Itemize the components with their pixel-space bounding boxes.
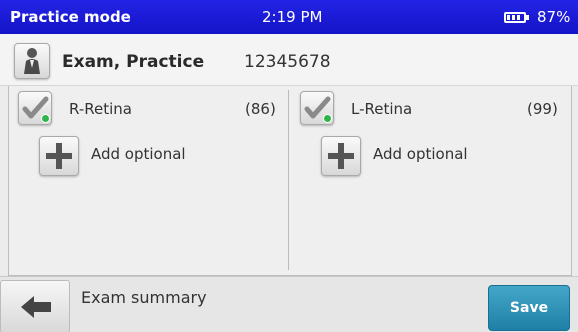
l-retina-label: L-Retina	[351, 100, 413, 118]
r-retina-add-button[interactable]	[39, 136, 79, 176]
retina-panel: R-Retina (86) Add optional L-Retina (99)…	[8, 86, 572, 276]
r-retina-status-button[interactable]	[18, 91, 52, 125]
person-icon	[24, 48, 40, 74]
l-retina-count: (99)	[527, 100, 558, 118]
status-dot-icon	[323, 114, 332, 123]
bottom-bar: Exam summary Save	[0, 276, 578, 332]
battery-icon	[504, 12, 529, 23]
back-button[interactable]	[0, 280, 70, 332]
patient-button[interactable]	[14, 43, 50, 79]
patient-name: Exam, Practice	[62, 52, 205, 72]
plus-icon	[328, 143, 354, 169]
battery-percent: 87%	[537, 8, 571, 26]
patient-id: 12345678	[244, 52, 331, 72]
l-retina-status-button[interactable]	[300, 91, 334, 125]
l-retina-add-button[interactable]	[321, 136, 361, 176]
mode-label: Practice mode	[10, 8, 131, 26]
exam-summary-label: Exam summary	[81, 288, 207, 307]
l-retina-add-label: Add optional	[373, 145, 468, 163]
status-dot-icon	[41, 114, 50, 123]
save-button[interactable]: Save	[488, 285, 570, 331]
r-retina-add-label: Add optional	[91, 145, 186, 163]
r-retina-count: (86)	[245, 100, 276, 118]
r-retina-label: R-Retina	[69, 100, 132, 118]
column-divider	[288, 90, 289, 270]
patient-header: Exam, Practice 12345678	[0, 34, 578, 86]
plus-icon	[46, 143, 72, 169]
status-bar: Practice mode 2:19 PM 87%	[0, 0, 578, 34]
clock: 2:19 PM	[262, 8, 323, 26]
back-arrow-icon	[21, 296, 51, 318]
